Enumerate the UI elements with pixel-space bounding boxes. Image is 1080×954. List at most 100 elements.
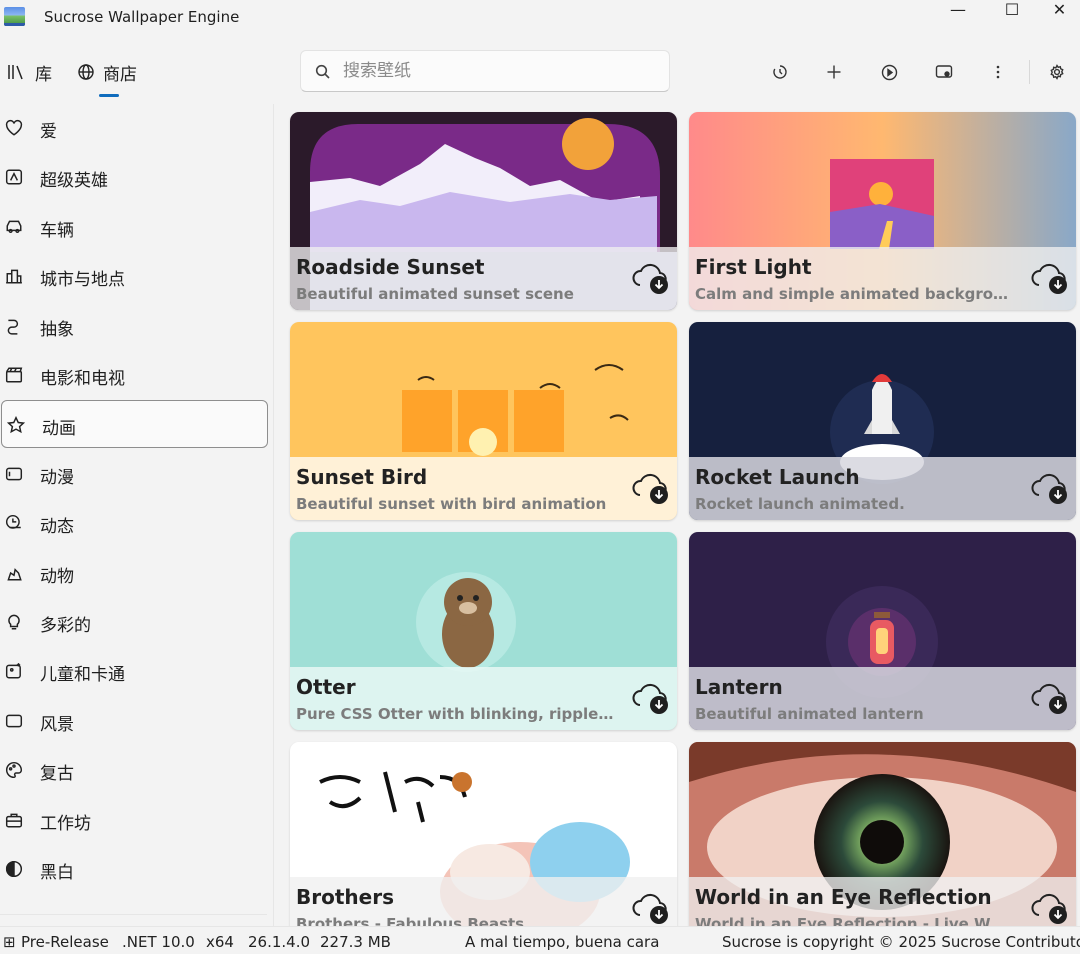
- tab-store[interactable]: 商店: [77, 60, 137, 85]
- cloud-download-icon[interactable]: [1030, 680, 1070, 716]
- sidebar-item-label: 车辆: [40, 220, 74, 241]
- sidebar-item-label: 儿童和卡通: [40, 665, 125, 686]
- status-framework: .NET 10.0: [122, 933, 195, 951]
- add-button[interactable]: [820, 58, 848, 86]
- sidebar-item-category[interactable]: 动漫: [0, 450, 267, 498]
- app-window: Sucrose Wallpaper Engine — ☐ ✕ 库 商店 爱超级英…: [0, 0, 1080, 954]
- cloud-download-icon[interactable]: [631, 680, 671, 716]
- wallpaper-card[interactable]: Roadside Sunset Beautiful animated sunse…: [290, 112, 677, 310]
- wallpaper-card[interactable]: Brothers Brothers - Fabulous Beasts: [290, 742, 677, 926]
- animal-icon: [7, 567, 22, 581]
- card-description: Calm and simple animated background: [695, 285, 1015, 303]
- play-button[interactable]: [875, 58, 903, 86]
- tab-store-label: 商店: [103, 64, 137, 85]
- sidebar-item-category[interactable]: 动态: [0, 499, 267, 547]
- tab-library[interactable]: 库: [7, 60, 52, 85]
- cloud-download-icon[interactable]: [631, 260, 671, 296]
- card-title: Brothers: [296, 885, 394, 909]
- settings-button[interactable]: [1043, 58, 1071, 86]
- sidebar-item-label: 黑白: [40, 863, 74, 883]
- card-info-panel: Sunset Bird Beautiful sunset with bird a…: [290, 457, 677, 520]
- cloud-download-icon[interactable]: [631, 470, 671, 506]
- wallpaper-card[interactable]: Rocket Launch Rocket launch animated.: [689, 322, 1076, 520]
- card-title: Lantern: [695, 675, 783, 699]
- wallpaper-card[interactable]: Sunset Bird Beautiful sunset with bird a…: [290, 322, 677, 520]
- card-title: World in an Eye Reflection: [695, 885, 992, 909]
- sidebar-item-category[interactable]: 动物: [0, 549, 267, 597]
- abstract-icon: [7, 319, 19, 335]
- sidebar-item-label: 风景: [40, 714, 74, 735]
- card-description: World in an Eye Reflection - Live Wallpa…: [695, 915, 1015, 926]
- close-button[interactable]: ✕: [1039, 0, 1080, 20]
- kids-icon: [5, 663, 21, 679]
- card-title: Sunset Bird: [296, 465, 428, 489]
- sidebar-item-category[interactable]: 工作坊: [0, 796, 267, 844]
- card-description: Rocket launch animated.: [695, 495, 905, 513]
- card-info-panel: Otter Pure CSS Otter with blinking, ripp…: [290, 667, 677, 730]
- search-input[interactable]: [343, 59, 653, 83]
- sidebar-item-label: 复古: [40, 764, 74, 785]
- tab-selection-indicator: [99, 94, 119, 97]
- wallpaper-card[interactable]: First Light Calm and simple animated bac…: [689, 112, 1076, 310]
- status-copyright: Sucrose is copyright © 2025 Sucrose Cont…: [722, 933, 1080, 951]
- wallpaper-card[interactable]: Otter Pure CSS Otter with blinking, ripp…: [290, 532, 677, 730]
- wallpaper-grid: Roadside Sunset Beautiful animated sunse…: [278, 104, 1080, 926]
- sidebar-item-category[interactable]: 儿童和卡通: [0, 647, 267, 695]
- cloud-download-icon[interactable]: [1030, 470, 1070, 506]
- sidebar-item-category[interactable]: 抽象: [0, 302, 267, 350]
- more-button[interactable]: [984, 58, 1012, 86]
- cloud-download-icon[interactable]: [1030, 890, 1070, 926]
- play-icon: [881, 64, 897, 80]
- card-info-panel: Brothers Brothers - Fabulous Beasts: [290, 877, 677, 926]
- maximize-button[interactable]: ☐: [985, 0, 1039, 20]
- hero-icon: [5, 169, 23, 185]
- search-box[interactable]: [300, 50, 670, 92]
- sidebar-item-category[interactable]: 超级英雄: [0, 153, 267, 201]
- sidebar-item-category[interactable]: 爱: [0, 104, 267, 152]
- sidebar-item-category[interactable]: 多彩的: [0, 598, 267, 646]
- sidebar-item-category[interactable]: 黑白: [0, 845, 267, 893]
- sidebar-item-category[interactable]: 车辆: [0, 203, 267, 251]
- card-description: Brothers - Fabulous Beasts: [296, 915, 525, 926]
- contrast-icon: [5, 860, 23, 878]
- display-icon: [935, 65, 953, 78]
- heart-icon: [5, 119, 23, 136]
- sidebar-item-category[interactable]: 风景: [0, 697, 267, 745]
- sidebar-item-category[interactable]: 动画: [1, 400, 268, 449]
- cloud-download-icon[interactable]: [1030, 260, 1070, 296]
- bulb-icon: [8, 614, 20, 630]
- history-icon: [773, 65, 787, 79]
- sidebar-item-label: 多彩的: [40, 616, 91, 636]
- wallpaper-card[interactable]: Lantern Beautiful animated lantern: [689, 532, 1076, 730]
- card-info-panel: World in an Eye Reflection World in an E…: [689, 877, 1076, 926]
- clapper-icon: [5, 367, 23, 383]
- minimize-button[interactable]: —: [931, 0, 985, 20]
- library-icon: [8, 65, 23, 80]
- wallpaper-card[interactable]: World in an Eye Reflection World in an E…: [689, 742, 1076, 926]
- sidebar-item-category[interactable]: 城市与地点: [0, 252, 267, 300]
- card-description: Beautiful sunset with bird animation: [296, 495, 607, 513]
- cloud-download-icon[interactable]: [631, 890, 671, 926]
- palette-icon: [6, 762, 23, 779]
- sidebar-item-category[interactable]: 复古: [0, 746, 267, 794]
- toolbar-separator: [1029, 60, 1030, 84]
- card-title: Roadside Sunset: [296, 255, 485, 279]
- sidebar-item-label: 城市与地点: [40, 270, 125, 291]
- search-icon: [315, 64, 330, 79]
- toolbox-icon: [5, 813, 23, 828]
- sidebar-item-label: 爱: [40, 122, 57, 142]
- card-description: Pure CSS Otter with blinking, ripple and…: [296, 705, 616, 723]
- card-description: Beautiful animated sunset scene: [296, 285, 574, 303]
- display-button[interactable]: [930, 58, 958, 86]
- card-title: Otter: [296, 675, 356, 699]
- status-quote: A mal tiempo, buena cara: [465, 933, 660, 951]
- status-arch: x64: [206, 933, 234, 951]
- build-icon: ⊞: [3, 933, 16, 951]
- sidebar-item-label: 电影和电视: [40, 369, 125, 389]
- sidebar-item-label: 动漫: [40, 467, 74, 488]
- store-globe-icon: [78, 64, 94, 80]
- sidebar-item-category[interactable]: 电影和电视: [0, 351, 267, 399]
- history-button[interactable]: [766, 58, 794, 86]
- sidebar-item-label: 动态: [40, 517, 74, 538]
- star-icon: [7, 416, 25, 434]
